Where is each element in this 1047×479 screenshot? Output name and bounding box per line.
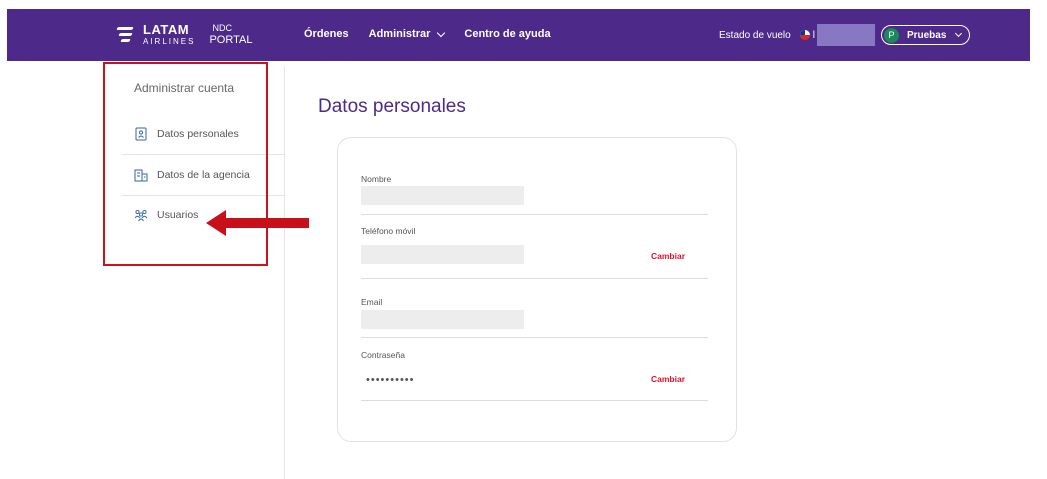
top-navigation-bar: LATAM AIRLINES NDC PORTAL Órdenes Admini… (7, 9, 1030, 61)
profile-name: Pruebas (906, 29, 947, 41)
highlight-arrow-icon (206, 210, 309, 236)
latam-logo-icon (116, 24, 137, 46)
nombre-field (361, 186, 524, 205)
portal-top-label: NDC (212, 22, 232, 33)
page-title: Datos personales (318, 96, 466, 117)
telefono-field (361, 245, 524, 264)
divider (361, 278, 708, 279)
brand-sub: AIRLINES (143, 37, 196, 46)
password-value: •••••••••• (366, 374, 415, 386)
chevron-down-icon (437, 28, 446, 37)
field-label-nombre: Nombre (361, 174, 392, 184)
nav-centro-de-ayuda[interactable]: Centro de ayuda (464, 28, 550, 40)
chevron-down-icon (955, 29, 963, 38)
divider (361, 400, 708, 401)
nav-centro-de-ayuda-label: Centro de ayuda (464, 28, 551, 40)
nav-administrar-label: Administrar (368, 28, 431, 40)
nav-ordenes[interactable]: Órdenes (304, 28, 349, 40)
nav-ordenes-label: Órdenes (304, 28, 349, 40)
portal-bottom-label: PORTAL (209, 33, 253, 46)
email-field (361, 310, 524, 329)
divider (361, 337, 708, 338)
field-label-contrasena: Contraseña (361, 350, 405, 360)
main-nav: Órdenes Administrar Centro de ayuda (304, 28, 571, 40)
redacted-region (816, 24, 875, 46)
change-password-button[interactable]: Cambiar (651, 374, 685, 384)
profile-menu-button[interactable]: P Pruebas (880, 25, 971, 45)
flight-status-link[interactable]: Estado de vuelo (719, 30, 791, 41)
divider (361, 214, 708, 215)
personal-data-card (337, 137, 737, 442)
header-right: Estado de vuelo l P Pruebas (719, 24, 971, 46)
latam-logo[interactable]: LATAM AIRLINES NDC PORTAL (116, 22, 253, 46)
field-label-telefono: Teléfono móvil (361, 226, 416, 236)
change-phone-button[interactable]: Cambiar (651, 251, 685, 261)
nav-administrar[interactable]: Administrar (368, 28, 446, 40)
chile-flag-icon[interactable] (799, 30, 810, 40)
language-label[interactable]: l (813, 30, 815, 41)
brand-name: LATAM (143, 22, 190, 37)
field-label-email: Email (361, 297, 383, 307)
avatar: P (883, 27, 899, 43)
